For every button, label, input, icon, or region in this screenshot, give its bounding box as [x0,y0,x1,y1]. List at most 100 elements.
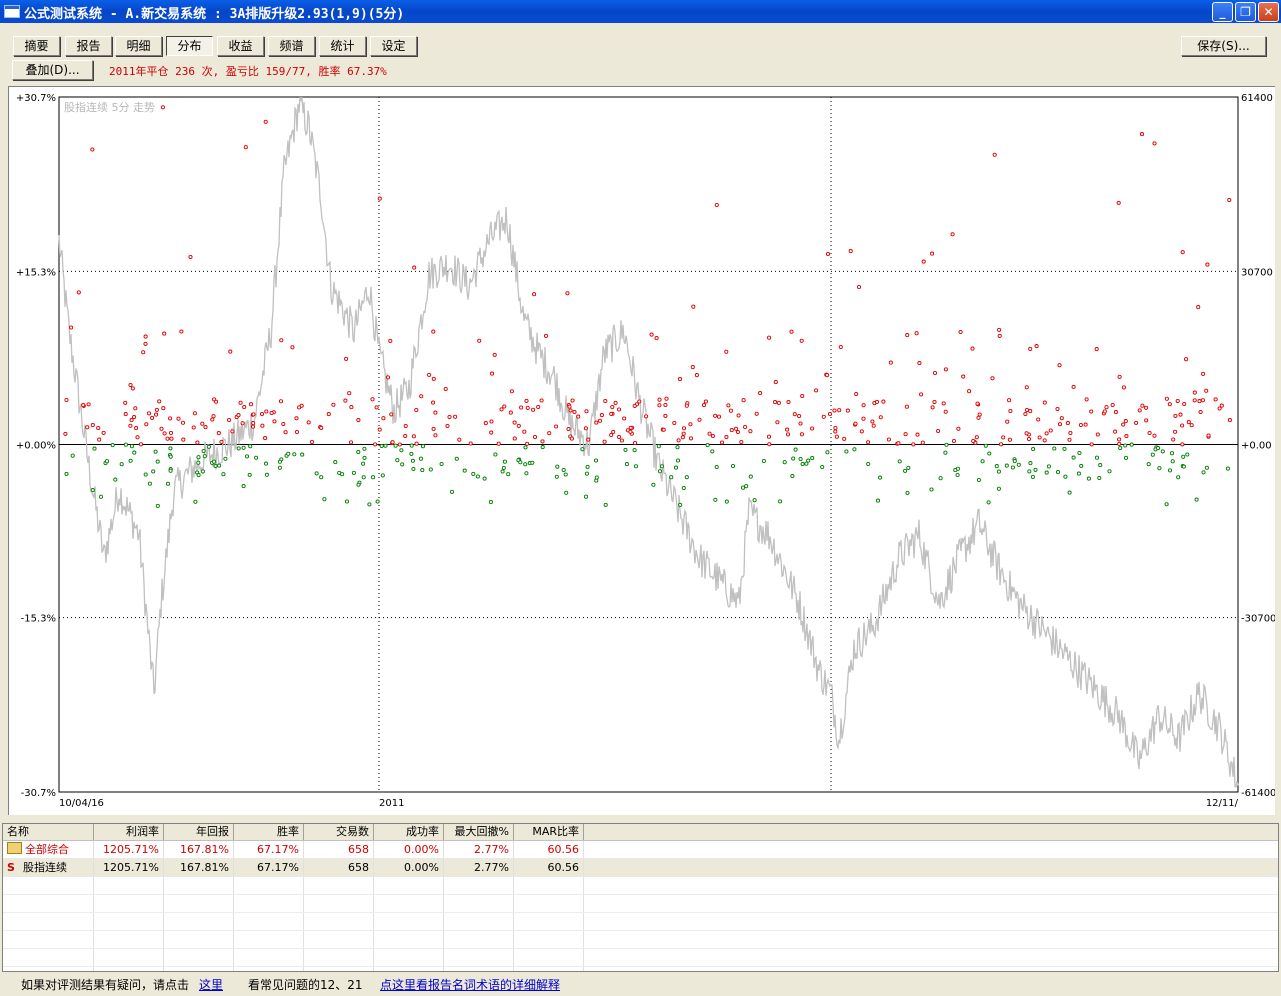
loss-trade-point [506,472,511,477]
col-header-profit-rate[interactable]: 利润率 [94,824,164,840]
loss-trade-point [903,468,908,473]
win-trade-point [1197,399,1202,404]
y-left-tick-label: +30.7% [16,93,56,104]
win-trade-point [431,329,436,334]
loss-trade-point [714,464,719,470]
footer-link-glossary[interactable]: 点这里看报告名词术语的详细解释 [380,976,560,993]
win-trade-point [799,338,804,343]
loss-trade-point [1052,446,1057,451]
loss-trade-point [277,459,282,464]
tab-summary[interactable]: 摘要 [13,36,60,56]
win-trade-point [856,284,862,290]
win-trade-point [1055,406,1060,412]
win-trade-point [874,399,880,404]
col-header-trade-count[interactable]: 交易数 [304,824,374,840]
win-trade-point [832,408,837,413]
win-trade-point [1184,357,1189,362]
win-trade-point [499,407,504,412]
win-trade-point [264,409,269,414]
loss-trade-point [1169,451,1175,456]
col-header-name[interactable]: 名称 [3,824,94,840]
win-trade-point [143,341,148,346]
win-trade-point [250,424,256,429]
loss-trade-point [798,456,803,462]
win-trade-point [433,410,438,415]
loss-trade-point [1160,449,1165,454]
overlay-button[interactable]: 叠加(D)... [12,60,93,80]
tab-statistics[interactable]: 统计 [319,36,366,56]
loss-trade-point [1094,455,1100,460]
win-trade-point [238,400,243,405]
win-trade-point [1042,438,1047,443]
close-button[interactable]: ✕ [1258,2,1279,22]
tab-distribution[interactable]: 分布 [166,36,213,56]
empty-cell [304,877,374,894]
footer-link-here[interactable]: 这里 [199,976,223,993]
tab-settings[interactable]: 设定 [370,36,417,56]
maximize-button[interactable]: ❐ [1235,2,1256,22]
loss-trade-point [659,464,664,469]
loss-trade-point [202,454,207,459]
win-trade-point [992,152,997,157]
loss-trade-point [147,481,152,486]
loss-trade-point [1044,470,1049,475]
win-trade-point [347,391,352,396]
save-button[interactable]: 保存(S)... [1181,36,1266,56]
loss-trade-point [852,447,857,452]
loss-trade-point [584,471,589,476]
loss-trade-point [379,443,384,449]
loss-trade-point [132,450,137,455]
win-trade-point [64,397,69,403]
win-trade-point [694,373,699,378]
win-trade-point [414,407,419,413]
col-header-win-rate[interactable]: 胜率 [234,824,304,840]
win-trade-point [619,438,624,443]
win-trade-point [128,382,133,388]
loss-trade-point [684,475,689,480]
col-header-max-drawdown[interactable]: 最大回撤% [444,824,514,840]
win-trade-point [569,436,574,441]
win-trade-point [502,404,507,409]
win-trade-point [1178,412,1183,417]
win-trade-point [1182,401,1187,407]
win-trade-point [532,434,538,440]
tab-returns[interactable]: 收益 [217,36,264,56]
col-header-mar-ratio[interactable]: MAR比率 [514,824,584,840]
win-trade-point [143,334,148,339]
win-trade-point [586,437,591,442]
col-header-success-rate[interactable]: 成功率 [374,824,444,840]
distribution-chart[interactable]: +30.7% 61400 +15.3% 30700 +0.00% +0.00 -15.3% -… [8,86,1276,815]
empty-cell [234,913,304,930]
win-trade-point [943,409,948,414]
win-trade-point [785,427,790,432]
loss-trade-point [471,471,476,476]
win-trade-point [1024,407,1030,413]
win-trade-point [154,412,159,417]
win-trade-point [1059,416,1064,421]
win-trade-point [489,419,494,424]
empty-cell [444,895,514,912]
table-row[interactable]: S 股指连续 1205.71% 167.81% 67.17% 658 0.00% … [3,859,1278,877]
table-row[interactable]: 全部综合 1205.71% 167.81% 67.17% 658 0.00% 2… [3,841,1278,859]
col-header-annual-return[interactable]: 年回报 [164,824,234,840]
win-trade-point [833,429,838,434]
win-trade-point [554,424,559,429]
loss-trade-point [593,458,599,463]
win-trade-point [1113,429,1118,434]
tab-detail[interactable]: 明细 [115,36,162,56]
win-trade-point [1192,390,1197,395]
loss-trade-point [987,451,992,456]
tab-report[interactable]: 报告 [65,36,112,56]
tab-spectrum[interactable]: 频谱 [268,36,315,56]
table-cell: 0.00% [374,841,444,858]
win-trade-point [309,439,315,444]
minimize-button[interactable]: _ [1212,2,1233,22]
loss-trade-point [300,452,305,457]
win-trade-point [838,344,843,350]
loss-trade-point [675,458,681,463]
x-tick-label: 2011 [379,798,404,809]
win-trade-point [389,412,394,417]
loss-trade-point [1157,466,1162,471]
win-trade-point [610,404,615,410]
win-trade-point [773,400,778,405]
